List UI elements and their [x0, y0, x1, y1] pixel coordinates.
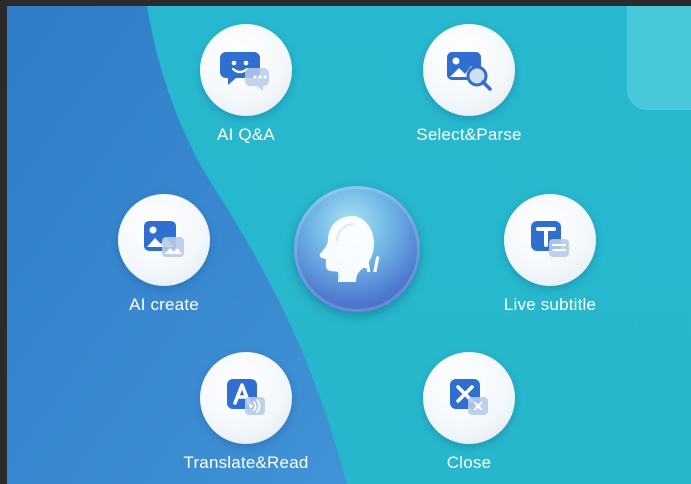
ai-assistant-menu: AI Q&A Select&Parse AI create Live subti…: [7, 6, 691, 484]
image-create-icon: [140, 217, 188, 263]
select-parse-circle[interactable]: [423, 24, 515, 116]
live-subtitle-label: Live subtitle: [503, 295, 597, 314]
close-circle[interactable]: [423, 352, 515, 444]
ai-center-button[interactable]: AI: [294, 186, 420, 312]
translate-audio-icon: [223, 375, 269, 421]
corner-panel: [627, 6, 691, 110]
translate-read-label: Translate&Read: [183, 453, 309, 472]
live-subtitle-button[interactable]: Live subtitle: [475, 194, 625, 315]
close-icon: [446, 375, 492, 421]
subtitle-icon: [527, 217, 573, 263]
translate-read-circle[interactable]: [200, 352, 292, 444]
image-search-icon: [444, 47, 494, 93]
ai-qa-button[interactable]: AI Q&A: [171, 24, 321, 145]
translate-read-button[interactable]: Translate&Read: [171, 352, 321, 473]
ai-qa-label: AI Q&A: [217, 125, 275, 144]
ai-head-icon: [319, 216, 374, 282]
ai-qa-circle[interactable]: [200, 24, 292, 116]
ai-create-label: AI create: [129, 295, 199, 314]
chat-bubble-icon: [220, 48, 272, 92]
ai-create-circle[interactable]: [118, 194, 210, 286]
close-label: Close: [446, 453, 492, 472]
close-button[interactable]: Close: [394, 352, 544, 473]
live-subtitle-circle[interactable]: [504, 194, 596, 286]
select-parse-button[interactable]: Select&Parse: [394, 24, 544, 145]
select-parse-label: Select&Parse: [416, 125, 522, 144]
ai-center-label: AI: [356, 252, 380, 277]
ai-create-button[interactable]: AI create: [89, 194, 239, 315]
